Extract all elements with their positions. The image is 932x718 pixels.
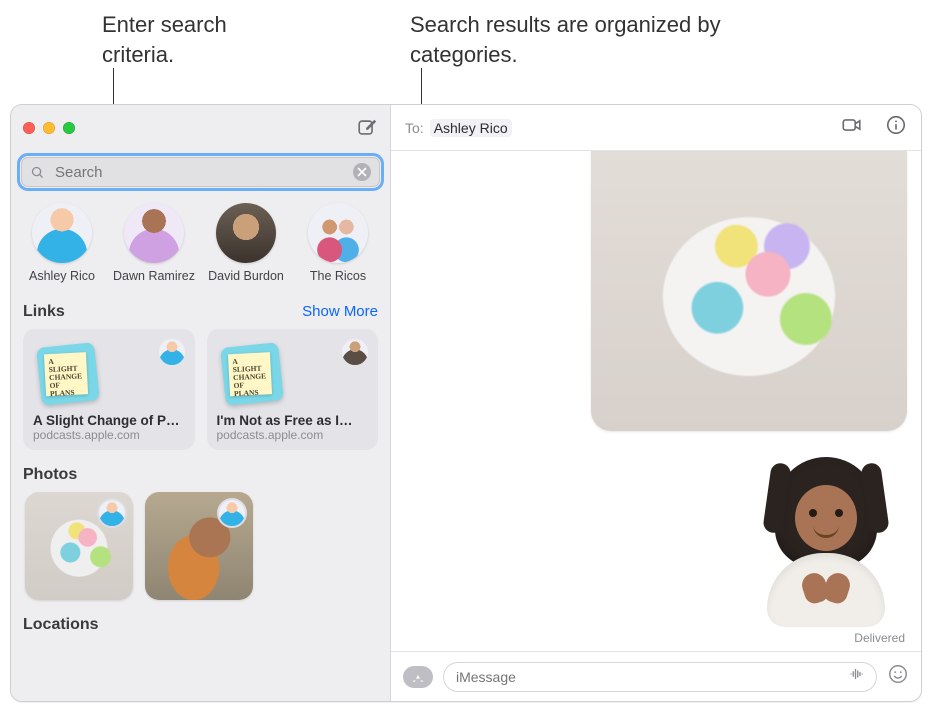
compose-button[interactable] xyxy=(356,117,378,139)
facetime-button[interactable] xyxy=(841,114,863,141)
callout-search: Enter search criteria. xyxy=(102,10,302,69)
thumbnail-text: A SLIGHT CHANGE OF PLANS xyxy=(44,352,88,396)
dictation-button[interactable] xyxy=(848,665,866,688)
section-title-locations: Locations xyxy=(23,616,99,634)
zoom-window-button[interactable] xyxy=(63,122,75,134)
clear-search-button[interactable] xyxy=(353,163,371,181)
sender-avatar xyxy=(217,498,247,528)
message-thread[interactable]: Delivered xyxy=(391,151,921,651)
avatar xyxy=(216,203,276,263)
conversation-pane: To: Ashley Rico xyxy=(391,105,921,701)
section-title-photos: Photos xyxy=(23,466,77,484)
emoji-picker-button[interactable] xyxy=(887,663,909,690)
app-store-icon xyxy=(410,669,426,685)
search-icon xyxy=(30,165,45,180)
contact-suggestion[interactable]: The Ricos xyxy=(297,203,379,285)
to-label: To: xyxy=(405,120,424,136)
sidebar: Ashley Rico Dawn Ramirez David Burdon Th… xyxy=(11,105,391,701)
avatar xyxy=(124,203,184,263)
link-source: podcasts.apple.com xyxy=(33,428,185,442)
details-button[interactable] xyxy=(885,114,907,141)
show-more-links[interactable]: Show More xyxy=(302,303,378,320)
link-source: podcasts.apple.com xyxy=(217,428,369,442)
message-input[interactable] xyxy=(454,668,848,686)
suggested-contacts: Ashley Rico Dawn Ramirez David Burdon Th… xyxy=(11,197,390,289)
delivery-status: Delivered xyxy=(854,631,905,645)
link-result[interactable]: A SLIGHT CHANGE OF PLANS I'm Not as Free… xyxy=(207,329,379,450)
section-photos: Photos xyxy=(11,452,390,602)
section-links: Links Show More A SLIGHT CHANGE OF PLANS… xyxy=(11,289,390,452)
sent-image-message[interactable] xyxy=(591,151,907,431)
sent-memoji-sticker[interactable] xyxy=(751,457,901,625)
waveform-icon xyxy=(848,665,866,683)
contact-name: Dawn Ramirez xyxy=(113,269,195,285)
avatar xyxy=(308,203,368,263)
to-recipient[interactable]: Ashley Rico xyxy=(430,119,512,137)
contact-name: David Burdon xyxy=(205,269,287,285)
search-input[interactable] xyxy=(53,163,345,182)
apps-button[interactable] xyxy=(403,666,433,688)
contact-suggestion[interactable]: David Burdon xyxy=(205,203,287,285)
x-icon xyxy=(357,167,367,177)
avatar xyxy=(32,203,92,263)
compose-icon xyxy=(356,117,378,139)
link-thumbnail: A SLIGHT CHANGE OF PLANS xyxy=(220,342,284,406)
close-window-button[interactable] xyxy=(23,122,35,134)
sender-avatar xyxy=(97,498,127,528)
sender-avatar xyxy=(340,337,370,367)
link-title: I'm Not as Free as I… xyxy=(217,413,369,428)
conversation-header: To: Ashley Rico xyxy=(391,105,921,151)
smiley-icon xyxy=(887,663,909,685)
section-title-links: Links xyxy=(23,303,65,321)
info-icon xyxy=(885,114,907,136)
titlebar xyxy=(11,105,390,151)
video-icon xyxy=(841,114,863,136)
link-thumbnail: A SLIGHT CHANGE OF PLANS xyxy=(36,342,100,406)
section-locations: Locations xyxy=(11,602,390,634)
thumbnail-text: A SLIGHT CHANGE OF PLANS xyxy=(227,352,271,396)
contact-suggestion[interactable]: Dawn Ramirez xyxy=(113,203,195,285)
link-title: A Slight Change of P… xyxy=(33,413,185,428)
photo-result[interactable] xyxy=(25,492,133,600)
link-result[interactable]: A SLIGHT CHANGE OF PLANS A Slight Change… xyxy=(23,329,195,450)
callout-categories: Search results are organized by categori… xyxy=(410,10,780,69)
sender-avatar xyxy=(157,337,187,367)
contact-name: Ashley Rico xyxy=(21,269,103,285)
contact-suggestion[interactable]: Ashley Rico xyxy=(21,203,103,285)
message-input-wrapper[interactable] xyxy=(443,662,877,692)
composer xyxy=(391,651,921,701)
photo-result[interactable] xyxy=(145,492,253,600)
messages-window: Ashley Rico Dawn Ramirez David Burdon Th… xyxy=(10,104,922,702)
minimize-window-button[interactable] xyxy=(43,122,55,134)
search-field[interactable] xyxy=(21,157,380,187)
contact-name: The Ricos xyxy=(297,269,379,285)
